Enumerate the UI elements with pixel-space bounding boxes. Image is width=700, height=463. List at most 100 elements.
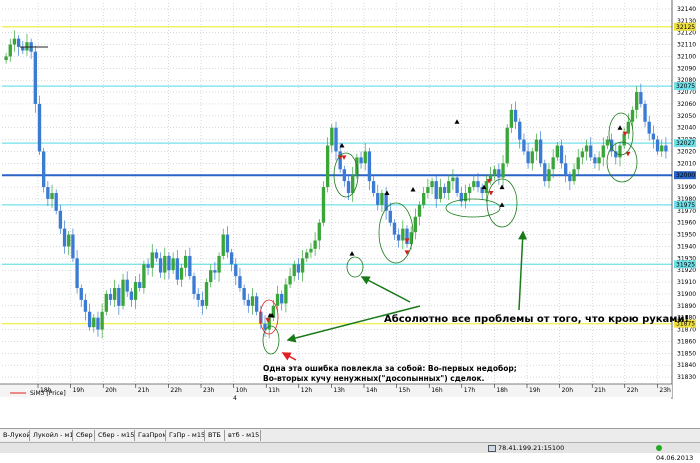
instrument-label: SiM3 [Price]	[30, 390, 66, 397]
price-level-tag-label: 31925	[676, 261, 695, 268]
candle-body	[217, 255, 221, 273]
candle-body	[75, 258, 79, 288]
candle-body	[309, 248, 313, 253]
price-tick-label: 32110	[677, 42, 696, 49]
candle-body	[150, 252, 154, 268]
candle-body	[37, 103, 42, 152]
candle-body	[238, 276, 242, 288]
price-tick-label: 31840	[677, 362, 696, 369]
candle-body	[154, 252, 159, 259]
candle-body	[58, 210, 63, 229]
price-tick-label: 31960	[677, 220, 696, 227]
candle-body	[192, 276, 196, 294]
candle-body	[551, 157, 555, 170]
candle-body	[42, 151, 46, 188]
candle-body	[359, 157, 363, 164]
candle-body	[121, 279, 125, 306]
candle-body	[284, 284, 288, 304]
tab-vtb-m15[interactable]: втб - м15	[225, 430, 261, 441]
candle-body	[509, 109, 514, 128]
candle-body	[593, 157, 597, 164]
candle-body	[250, 296, 255, 306]
candle-body	[46, 187, 50, 199]
candle-body	[547, 169, 551, 182]
candle-body	[305, 252, 309, 259]
candle-body	[209, 270, 213, 283]
candle-body	[660, 145, 664, 152]
candle-body	[204, 282, 209, 306]
candle-body	[129, 291, 134, 300]
candle-body	[317, 222, 321, 241]
candle-body	[426, 187, 430, 193]
candle-body	[183, 255, 188, 268]
tab-gzpr-m15[interactable]: ГзПр - м15	[166, 430, 205, 441]
candle-body	[664, 145, 668, 152]
candle-body	[50, 193, 54, 199]
candle-body	[564, 163, 568, 176]
candle-body	[296, 264, 301, 273]
candle-body	[455, 177, 459, 193]
tab-sber-m15[interactable]: Сбер - м15	[95, 430, 135, 441]
time-tick-label: 19h	[529, 387, 541, 394]
candle-body	[325, 145, 330, 188]
candle-body	[351, 175, 355, 193]
time-tick-label: 12h	[301, 387, 313, 394]
time-tick-label: 22h	[627, 387, 639, 394]
tab-lukoil-m15[interactable]: Лукойл - м15	[30, 430, 73, 441]
candle-body	[463, 193, 468, 202]
candle-body	[4, 56, 8, 60]
candle-body	[367, 151, 372, 182]
time-tick-label: 13h	[333, 387, 345, 394]
candle-body	[67, 234, 71, 247]
candle-body	[79, 288, 83, 300]
time-tick-label: 23h	[203, 387, 215, 394]
candle-body	[313, 240, 317, 249]
candle-body	[213, 270, 217, 273]
candle-body	[376, 193, 380, 205]
candle-body	[497, 169, 501, 178]
time-tick-label: 18h	[496, 387, 508, 394]
candle-body	[451, 177, 455, 182]
candle-body	[254, 296, 259, 312]
candle-body	[559, 145, 564, 164]
candle-body	[568, 175, 572, 182]
candle-body	[188, 255, 192, 277]
time-tick-label: 16h	[431, 387, 443, 394]
candle-body	[125, 279, 129, 292]
tab-sber[interactable]: Сбер	[73, 430, 95, 441]
candle-body	[280, 293, 284, 304]
candle-body	[493, 169, 497, 176]
candle-body	[371, 181, 376, 193]
tab-v-lukoil[interactable]: В-Лукойл	[0, 430, 30, 441]
candle-body	[555, 145, 560, 158]
candle-body	[179, 267, 184, 280]
candle-body	[21, 46, 25, 51]
candle-body	[434, 181, 438, 199]
candle-body	[401, 228, 405, 241]
price-chart[interactable]: 3214032130321203211032100320903208032070…	[0, 0, 700, 428]
candle-body	[635, 92, 639, 110]
annotation-note-line2: Во-вторых кучу ненужных("досоnынных") сд…	[263, 374, 485, 383]
candle-body	[8, 44, 12, 57]
candle-body	[16, 38, 21, 47]
candle-body	[117, 288, 121, 306]
candle-body	[108, 293, 113, 300]
time-tick-label: 11h	[268, 387, 280, 394]
price-tick-label: 32040	[677, 125, 696, 132]
price-tick-label: 32010	[677, 160, 696, 167]
candle-body	[396, 234, 401, 241]
tab-gazprom[interactable]: ГазПром	[135, 430, 166, 441]
candle-body	[513, 109, 518, 122]
price-tick-label: 31890	[677, 303, 696, 310]
candle-body	[300, 258, 305, 273]
candle-body	[229, 252, 234, 265]
candle-body	[647, 121, 651, 134]
tab-vtb[interactable]: ВТБ	[205, 430, 225, 441]
candle-body	[175, 258, 179, 280]
network-icon	[488, 444, 496, 452]
time-tick-label: 20h	[105, 387, 117, 394]
price-level-tag-label: 32000	[676, 172, 695, 179]
time-tick-label: 22h	[170, 387, 182, 394]
time-tick-label: 19h	[73, 387, 85, 394]
time-tick-label: 20h	[562, 387, 574, 394]
